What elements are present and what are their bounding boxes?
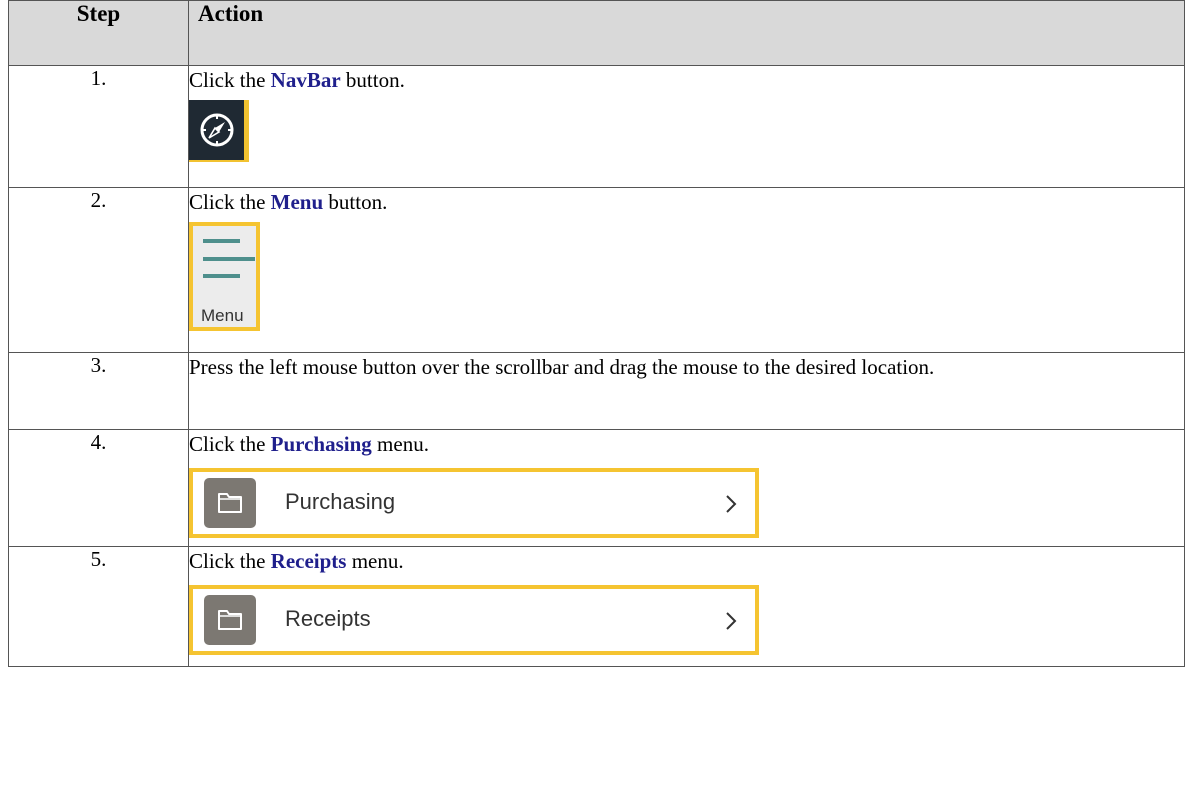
- step-number: 2.: [8, 187, 189, 353]
- receipts-keyword: Receipts: [270, 549, 347, 573]
- chevron-right-icon: [726, 495, 737, 513]
- step-action: Click the Purchasing menu. Purchasing: [188, 429, 1185, 547]
- instruction-text: Click the: [189, 432, 271, 456]
- instruction-text: Click the: [189, 68, 271, 92]
- chevron-right-icon: [726, 612, 737, 630]
- instruction-text: menu.: [371, 432, 429, 456]
- folder-icon: [204, 478, 256, 528]
- step-instruction: Click the NavBar button.: [189, 66, 1184, 94]
- navbar-button-screenshot: [189, 100, 249, 162]
- table-row: 3. Press the left mouse button over the …: [8, 352, 1185, 430]
- action-column-header: Action: [188, 0, 1185, 66]
- table-row: 5. Click the Receipts menu. Receipts: [8, 546, 1185, 667]
- step-column-header: Step: [8, 0, 189, 66]
- step-action: Click the Menu button. Menu: [188, 187, 1185, 353]
- procedure-table: Step Action 1. Click the NavBar button.: [8, 0, 1185, 667]
- table-row: 1. Click the NavBar button.: [8, 65, 1185, 188]
- instruction-text: Click the: [189, 549, 271, 573]
- menu-button-screenshot: Menu: [189, 222, 260, 331]
- menu-keyword: Menu: [270, 190, 324, 214]
- menu-button-label: Menu: [201, 306, 244, 325]
- step-action: Click the NavBar button.: [188, 65, 1185, 188]
- step-instruction: Click the Receipts menu.: [189, 547, 1184, 575]
- instruction-text: Click the: [189, 190, 271, 214]
- step-action: Press the left mouse button over the scr…: [188, 352, 1185, 430]
- step-instruction: Press the left mouse button over the scr…: [189, 355, 935, 379]
- header-row: Step Action: [8, 0, 1185, 66]
- instruction-text: button.: [340, 68, 405, 92]
- navbar-keyword: NavBar: [270, 68, 341, 92]
- step-instruction: Click the Menu button.: [189, 188, 1184, 216]
- step-action: Click the Receipts menu. Receipts: [188, 546, 1185, 667]
- instruction-text: menu.: [346, 549, 404, 573]
- receipts-menu-screenshot: Receipts: [189, 585, 759, 655]
- receipts-menu-label: Receipts: [285, 606, 371, 631]
- step-instruction: Click the Purchasing menu.: [189, 430, 1184, 458]
- step-number: 4.: [8, 429, 189, 547]
- compass-icon: [200, 113, 233, 147]
- purchasing-keyword: Purchasing: [270, 432, 372, 456]
- folder-icon: [204, 595, 256, 645]
- purchasing-menu-label: Purchasing: [285, 489, 396, 514]
- step-number: 3.: [8, 352, 189, 430]
- instruction-text: button.: [323, 190, 388, 214]
- navbar-button: [189, 100, 244, 160]
- table-row: 4. Click the Purchasing menu. Purchasing: [8, 429, 1185, 547]
- purchasing-menu-screenshot: Purchasing: [189, 468, 759, 538]
- step-number: 1.: [8, 65, 189, 188]
- step-number: 5.: [8, 546, 189, 667]
- table-row: 2. Click the Menu button. Menu: [8, 187, 1185, 353]
